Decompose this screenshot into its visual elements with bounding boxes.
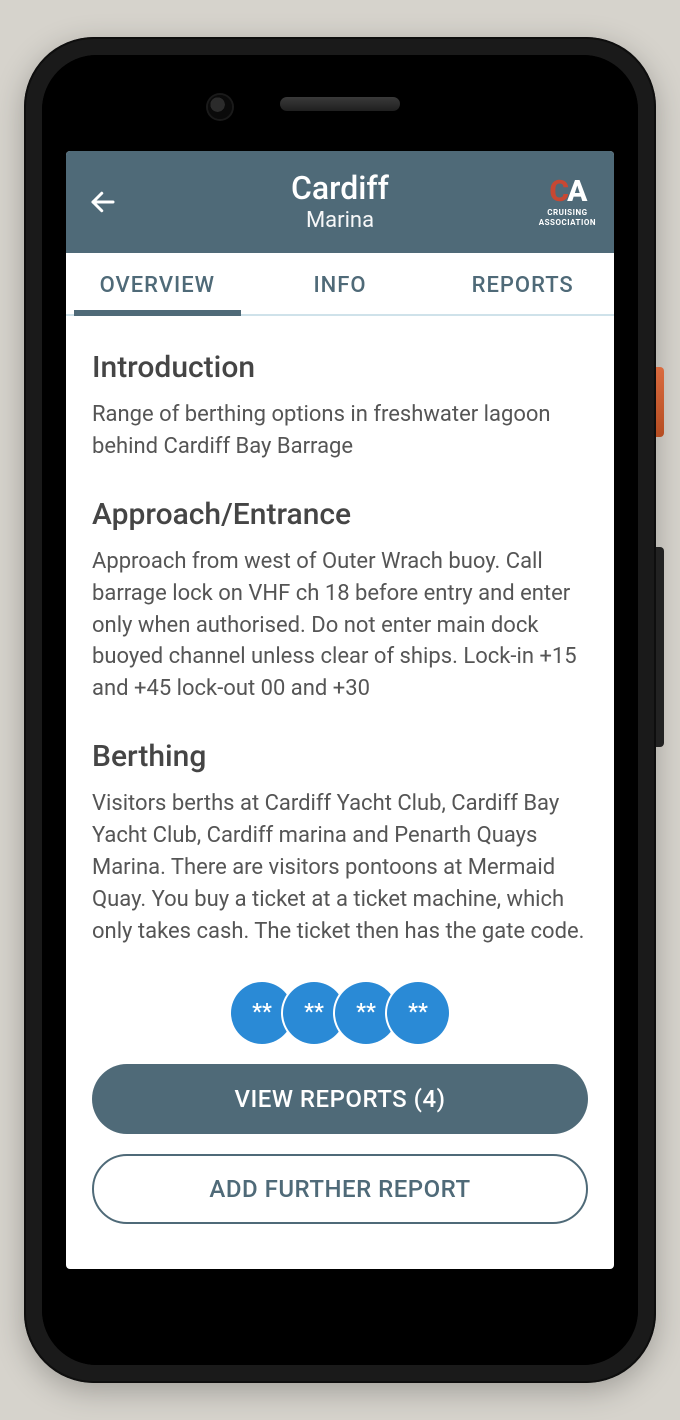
page-title: Cardiff (66, 171, 614, 206)
brand-logo-text-1: CRUISING (547, 209, 587, 217)
phone-bezel: Cardiff Marina CA CRUISING ASSOCIATION O… (42, 55, 638, 1365)
tab-info[interactable]: INFO (249, 253, 432, 314)
brand-logo-text-2: ASSOCIATION (539, 219, 596, 227)
report-avatar[interactable]: ** (387, 982, 449, 1044)
section-heading: Introduction (92, 350, 588, 385)
brand-logo-mark: CA (549, 177, 585, 207)
section-heading: Approach/Entrance (92, 497, 588, 532)
tab-label: REPORTS (472, 273, 574, 298)
section-heading: Berthing (92, 739, 588, 774)
earpiece (280, 97, 400, 111)
arrow-left-icon (88, 187, 118, 217)
section-body: Approach from west of Outer Wrach buoy. … (92, 546, 588, 705)
phone-side-button-power (656, 547, 664, 747)
view-reports-button[interactable]: VIEW REPORTS (4) (92, 1064, 588, 1134)
section-body: Visitors berths at Cardiff Yacht Club, C… (92, 788, 588, 947)
add-report-button[interactable]: ADD FURTHER REPORT (92, 1154, 588, 1224)
tab-overview[interactable]: OVERVIEW (66, 253, 249, 314)
tab-label: OVERVIEW (100, 273, 215, 298)
header-titles: Cardiff Marina (66, 171, 614, 233)
report-avatars-row: ** ** ** ** (92, 982, 588, 1044)
brand-logo: CA CRUISING ASSOCIATION (539, 177, 596, 227)
tab-bar: OVERVIEW INFO REPORTS (66, 253, 614, 316)
back-button[interactable] (80, 179, 126, 225)
section-introduction: Introduction Range of berthing options i… (92, 350, 588, 463)
front-camera (208, 95, 232, 119)
section-berthing: Berthing Visitors berths at Cardiff Yach… (92, 739, 588, 947)
section-approach: Approach/Entrance Approach from west of … (92, 497, 588, 705)
phone-side-button-accent (656, 367, 664, 437)
tab-reports[interactable]: REPORTS (431, 253, 614, 314)
content-area[interactable]: Introduction Range of berthing options i… (66, 316, 614, 1269)
button-label: VIEW REPORTS (4) (234, 1085, 445, 1113)
page-subtitle: Marina (66, 208, 614, 233)
tab-label: INFO (313, 273, 366, 298)
app-header: Cardiff Marina CA CRUISING ASSOCIATION (66, 151, 614, 253)
button-label: ADD FURTHER REPORT (209, 1175, 470, 1203)
phone-frame: Cardiff Marina CA CRUISING ASSOCIATION O… (24, 37, 656, 1383)
section-body: Range of berthing options in freshwater … (92, 399, 588, 463)
app-screen: Cardiff Marina CA CRUISING ASSOCIATION O… (66, 151, 614, 1269)
